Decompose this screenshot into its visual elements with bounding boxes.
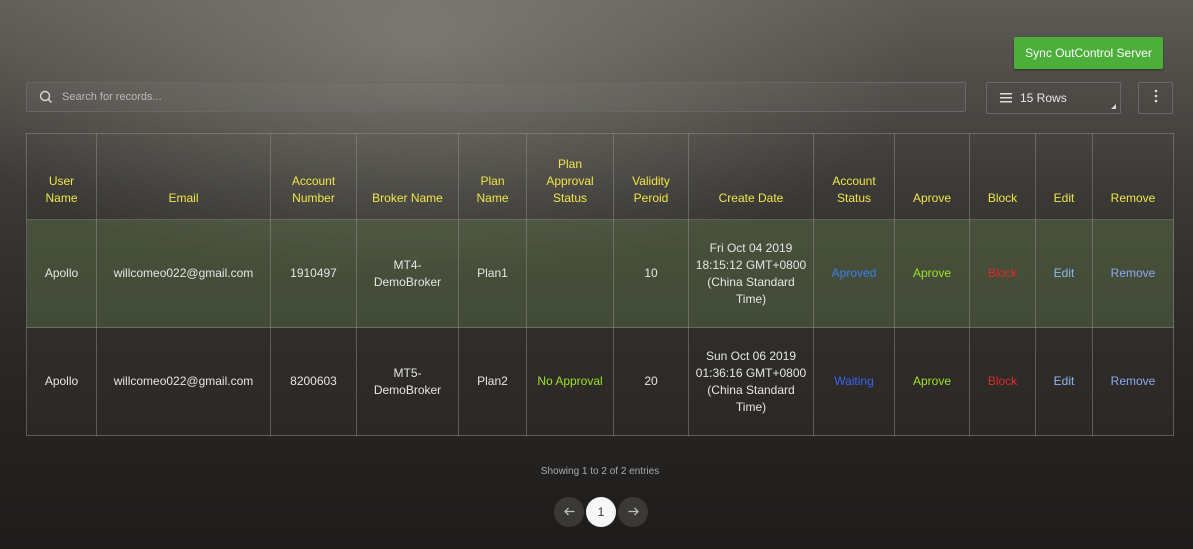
header-block[interactable]: Block (969, 133, 1036, 220)
cell-plan-approval-status (526, 219, 614, 328)
cell-account-status: Waiting (813, 327, 895, 436)
pagination: 1 (554, 497, 650, 527)
cell-account-number: 1910497 (270, 219, 357, 328)
search-bar[interactable] (26, 82, 966, 112)
cell-user-name: Apollo (26, 327, 97, 436)
arrow-left-icon (563, 505, 575, 519)
cell-account-number: 8200603 (270, 327, 357, 436)
dropdown-caret-icon (1111, 104, 1116, 109)
edit-link[interactable]: Edit (1035, 327, 1093, 436)
cell-email: willcomeo022@gmail.com (96, 219, 271, 328)
remove-link[interactable]: Remove (1092, 219, 1174, 328)
prev-page-button[interactable] (554, 497, 584, 527)
table-row: Apollo willcomeo022@gmail.com 1910497 MT… (26, 219, 1174, 328)
cell-create-date: Sun Oct 06 2019 01:36:16 GMT+0800 (China… (688, 327, 814, 436)
menu-lines-icon (1000, 93, 1012, 103)
header-create-date[interactable]: Create Date (688, 133, 814, 220)
approve-link[interactable]: Aprove (894, 327, 970, 436)
block-link[interactable]: Block (969, 327, 1036, 436)
arrow-right-icon (628, 505, 639, 519)
cell-plan-name: Plan1 (458, 219, 527, 328)
header-user-name[interactable]: User Name (26, 133, 97, 220)
vertical-dots-icon (1154, 89, 1158, 108)
header-broker-name[interactable]: Broker Name (356, 133, 459, 220)
header-plan-approval-status[interactable]: Plan Approval Status (526, 133, 614, 220)
edit-link[interactable]: Edit (1035, 219, 1093, 328)
header-account-status[interactable]: Account Status (813, 133, 895, 220)
header-edit[interactable]: Edit (1035, 133, 1093, 220)
more-options-button[interactable] (1138, 82, 1173, 114)
cell-account-status: Aproved (813, 219, 895, 328)
approve-link[interactable]: Aprove (894, 219, 970, 328)
next-page-button[interactable] (618, 497, 648, 527)
header-plan-name[interactable]: Plan Name (458, 133, 527, 220)
header-account-number[interactable]: Account Number (270, 133, 357, 220)
page-button[interactable]: 1 (586, 497, 616, 527)
search-input[interactable] (60, 90, 944, 104)
accounts-table: User Name Email Account Number Broker Na… (26, 133, 1174, 436)
cell-broker-name: MT5-DemoBroker (356, 327, 459, 436)
sync-outcontrol-server-button[interactable]: Sync OutControl Server (1014, 37, 1163, 69)
cell-broker-name: MT4-DemoBroker (356, 219, 459, 328)
cell-plan-name: Plan2 (458, 327, 527, 436)
block-link[interactable]: Block (969, 219, 1036, 328)
cell-validity-period: 10 (613, 219, 689, 328)
header-validity-period[interactable]: Validity Peroid (613, 133, 689, 220)
cell-create-date: Fri Oct 04 2019 18:15:12 GMT+0800 (China… (688, 219, 814, 328)
search-icon (39, 90, 53, 104)
remove-link[interactable]: Remove (1092, 327, 1174, 436)
rows-per-page-label: 15 Rows (1020, 91, 1067, 105)
cell-plan-approval-status: No Approval (526, 327, 614, 436)
cell-email: willcomeo022@gmail.com (96, 327, 271, 436)
cell-validity-period: 20 (613, 327, 689, 436)
entries-info: Showing 1 to 2 of 2 entries (540, 466, 660, 477)
header-remove[interactable]: Remove (1092, 133, 1174, 220)
header-email[interactable]: Email (96, 133, 271, 220)
rows-per-page-select[interactable]: 15 Rows (986, 82, 1121, 114)
cell-user-name: Apollo (26, 219, 97, 328)
header-approve[interactable]: Aprove (894, 133, 970, 220)
table-header-row: User Name Email Account Number Broker Na… (26, 133, 1174, 220)
table-row: Apollo willcomeo022@gmail.com 8200603 MT… (26, 327, 1174, 436)
